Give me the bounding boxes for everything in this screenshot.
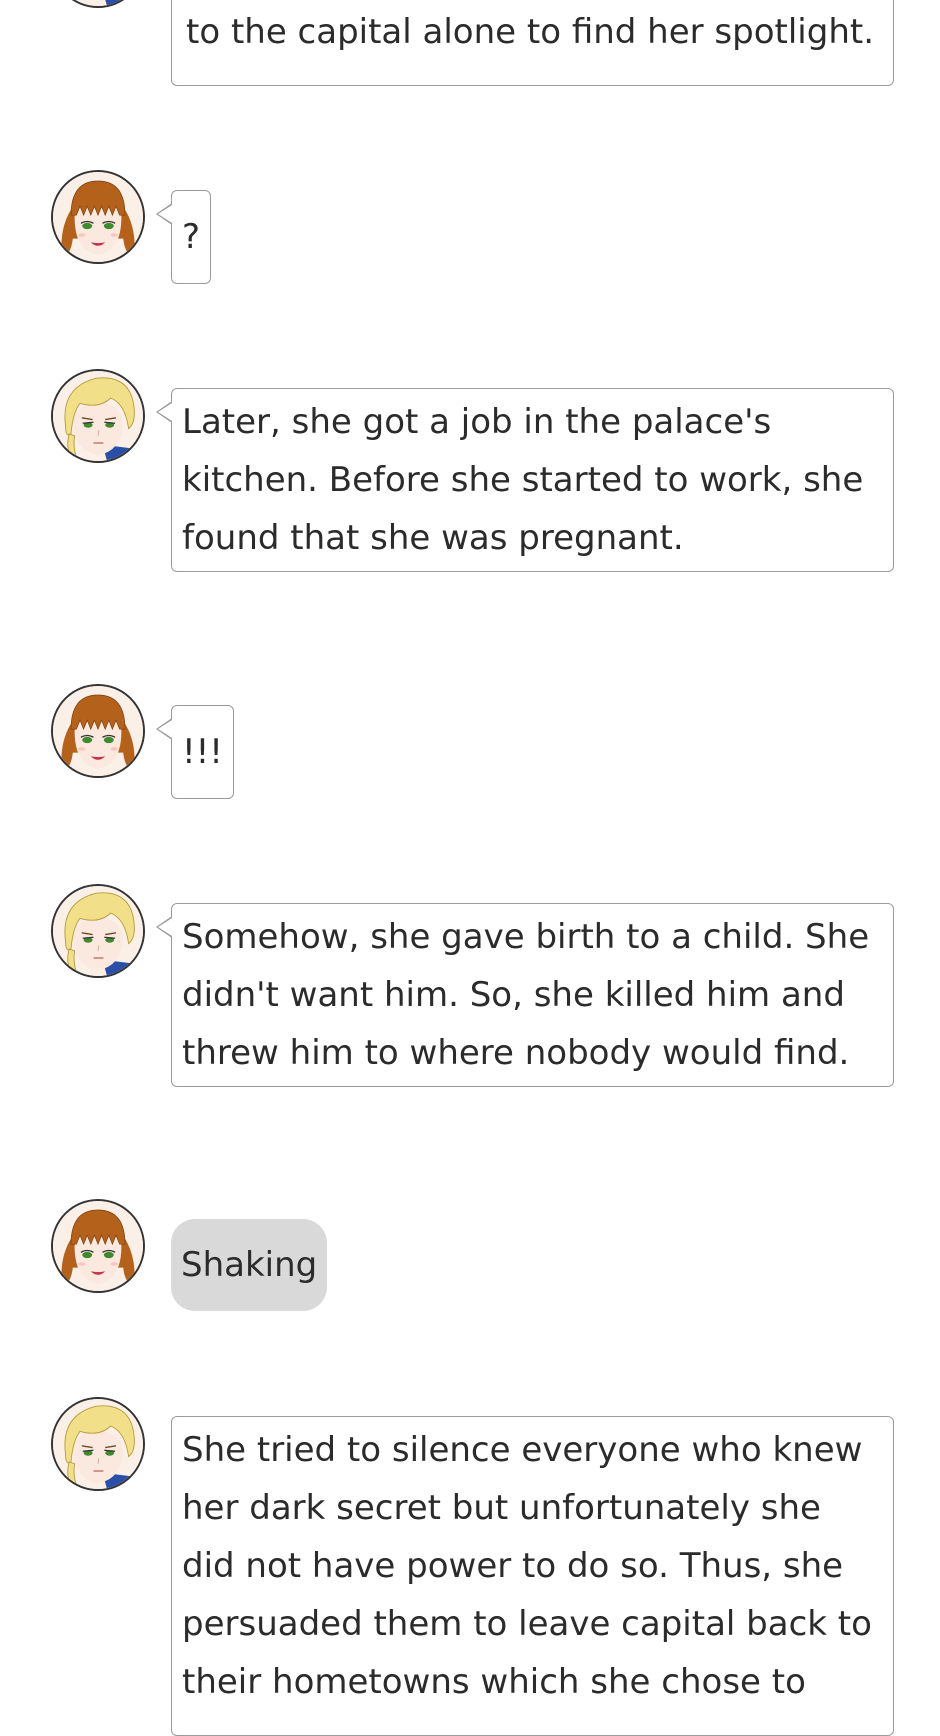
- message-text: to the capital alone to find her spotlig…: [186, 12, 875, 52]
- bubble-tail: [156, 203, 172, 225]
- message-text: Later, she got a job in the palace's kit…: [182, 402, 864, 558]
- message-text: !!!: [182, 732, 223, 772]
- speech-bubble: to the capital alone to find her spotlig…: [171, 0, 894, 86]
- auburn-girl-avatar-icon[interactable]: [51, 170, 145, 264]
- bubble-tail: [156, 718, 172, 740]
- blonde-boy-avatar-icon[interactable]: [51, 369, 145, 463]
- auburn-girl-avatar-icon[interactable]: [51, 684, 145, 778]
- bubble-tail: [156, 401, 172, 423]
- action-bubble: Shaking: [171, 1219, 328, 1311]
- message-text: She tried to silence everyone who knew h…: [182, 1430, 872, 1702]
- speech-bubble: Later, she got a job in the palace's kit…: [156, 388, 894, 572]
- blonde-boy-avatar-icon[interactable]: [51, 1397, 145, 1491]
- action-text: Shaking: [181, 1245, 318, 1285]
- speech-bubble: She tried to silence everyone who knew h…: [171, 1416, 894, 1736]
- message-text: Somehow, she gave birth to a child. She …: [182, 917, 870, 1073]
- blonde-boy-avatar-icon[interactable]: [51, 884, 145, 978]
- speech-bubble: Somehow, she gave birth to a child. She …: [156, 903, 894, 1087]
- auburn-girl-avatar-icon[interactable]: [51, 1199, 145, 1293]
- message-text: ?: [182, 217, 201, 257]
- blonde-boy-avatar-icon[interactable]: [51, 0, 145, 8]
- speech-bubble: ?: [156, 190, 212, 284]
- speech-bubble: !!!: [156, 705, 234, 799]
- bubble-tail: [156, 916, 172, 938]
- bubble-tail: [171, 1445, 172, 1467]
